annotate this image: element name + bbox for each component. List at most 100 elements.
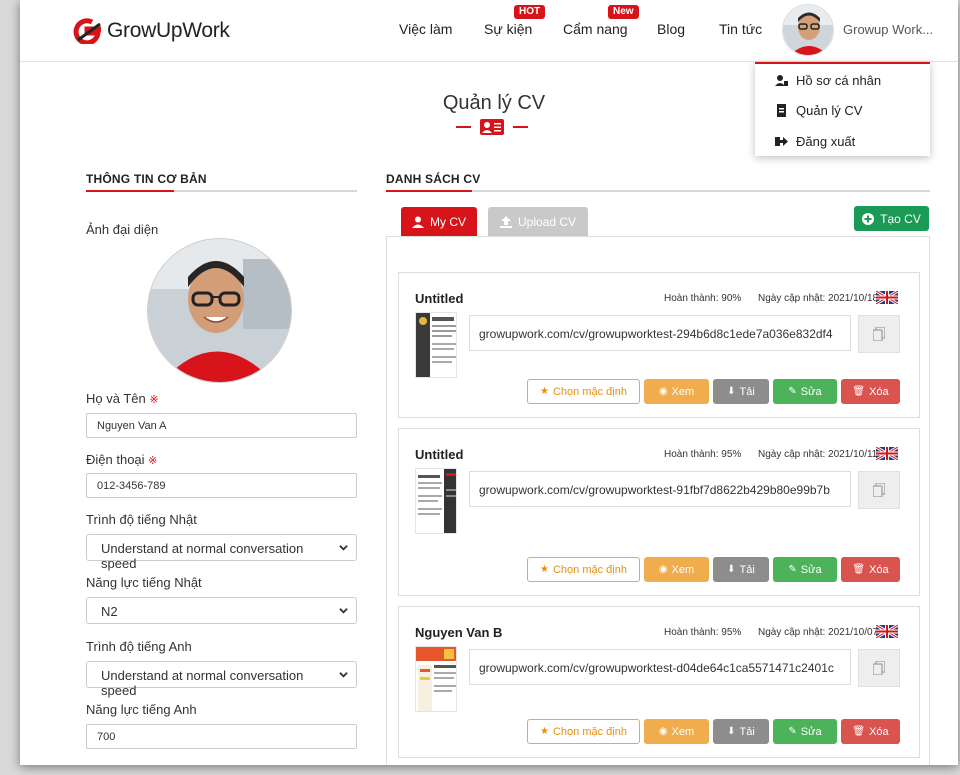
nav-handbook[interactable]: New Cẩm nang bbox=[563, 5, 639, 37]
updated-value: 2021/10/07 bbox=[828, 627, 879, 638]
avatar-label: Ảnh đại diện bbox=[86, 222, 159, 237]
cv-completion: Hoàn thành: 90% bbox=[664, 293, 741, 304]
tab-upload-cv[interactable]: Upload CV bbox=[488, 207, 588, 237]
phone-input[interactable]: 012-3456-789 bbox=[86, 473, 357, 498]
en-level-select[interactable]: Understand at normal conversation speed bbox=[86, 661, 357, 698]
create-cv-button[interactable]: Tạo CV bbox=[854, 206, 929, 231]
delete-button[interactable]: 🗑 Xóa bbox=[841, 379, 900, 404]
set-default-button[interactable]: ★ Chọn mặc định bbox=[527, 379, 640, 404]
name-label-text: Họ và Tên bbox=[86, 391, 146, 406]
menu-profile[interactable]: Hồ sơ cá nhân bbox=[775, 73, 881, 88]
completion-label: Hoàn thành: bbox=[664, 293, 719, 304]
cv-thumbnail[interactable] bbox=[415, 468, 457, 534]
logo-icon bbox=[73, 18, 101, 44]
trash-icon: 🗑 bbox=[852, 726, 866, 737]
chevron-down-icon bbox=[339, 608, 348, 614]
chevron-down-icon bbox=[339, 672, 348, 678]
view-button[interactable]: ◉ Xem bbox=[644, 379, 709, 404]
button-label: Xem bbox=[671, 385, 695, 398]
cv-card: Untitled Hoàn thành: 95% Ngày cập nhật: … bbox=[398, 428, 920, 596]
uk-flag-icon[interactable] bbox=[876, 625, 898, 638]
nav-jobs[interactable]: Việc làm bbox=[399, 21, 452, 37]
button-label: Xóa bbox=[869, 725, 889, 738]
user-avatar[interactable] bbox=[782, 4, 834, 56]
updated-label: Ngày cập nhật: bbox=[758, 293, 826, 304]
cv-url-field[interactable]: growupwork.com/cv/growupworktest-d04de64… bbox=[469, 649, 851, 685]
cv-list-heading: DANH SÁCH CV bbox=[386, 172, 481, 186]
set-default-button[interactable]: ★ Chọn mặc định bbox=[527, 557, 640, 582]
copy-icon bbox=[873, 483, 885, 497]
view-button[interactable]: ◉ Xem bbox=[644, 719, 709, 744]
edit-button[interactable]: ✎ Sửa bbox=[773, 719, 837, 744]
nav-events[interactable]: HOT Sự kiện bbox=[484, 5, 546, 37]
menu-logout[interactable]: Đăng xuất bbox=[775, 134, 855, 149]
brand-name: GrowUpWork bbox=[107, 19, 230, 42]
tab-my-cv[interactable]: My CV bbox=[401, 207, 477, 237]
completion-value: 90% bbox=[721, 293, 742, 304]
delete-button[interactable]: 🗑 Xóa bbox=[841, 719, 900, 744]
cv-thumbnail[interactable] bbox=[415, 646, 457, 712]
page-title: Quản lý CV bbox=[442, 92, 546, 114]
select-value: N2 bbox=[101, 604, 118, 619]
edit-icon: ✎ bbox=[788, 386, 797, 397]
plus-circle-icon bbox=[862, 212, 875, 225]
button-label: Sửa bbox=[800, 385, 822, 398]
top-header: GrowUpWork Việc làm HOT Sự kiện New Cẩm … bbox=[20, 0, 958, 62]
copy-url-button[interactable] bbox=[858, 649, 900, 687]
cv-card: Untitled Hoàn thành: 90% Ngày cập nhật: … bbox=[398, 272, 920, 418]
jp-cert-select[interactable]: N2 bbox=[86, 597, 357, 624]
page-frame: GrowUpWork Việc làm HOT Sự kiện New Cẩm … bbox=[20, 0, 958, 765]
uk-flag-icon[interactable] bbox=[876, 291, 898, 304]
download-button[interactable]: ⬇ Tải bbox=[713, 379, 769, 404]
cv-list-heading-underline bbox=[386, 190, 930, 192]
upload-icon bbox=[499, 216, 512, 228]
star-icon: ★ bbox=[540, 386, 549, 397]
copy-url-button[interactable] bbox=[858, 471, 900, 509]
nav-blog[interactable]: Blog bbox=[657, 21, 685, 37]
edit-icon: ✎ bbox=[788, 564, 797, 575]
copy-url-button[interactable] bbox=[858, 315, 900, 353]
title-decoration bbox=[456, 119, 528, 135]
en-score-input[interactable]: 700 bbox=[86, 724, 357, 749]
select-value: Understand at normal conversation speed bbox=[101, 541, 304, 571]
name-input[interactable]: Nguyen Van A bbox=[86, 413, 357, 438]
download-button[interactable]: ⬇ Tải bbox=[713, 719, 769, 744]
en-level-label: Trình độ tiếng Anh bbox=[86, 639, 192, 654]
edit-icon: ✎ bbox=[788, 726, 797, 737]
en-score-label: Năng lực tiếng Anh bbox=[86, 702, 197, 717]
set-default-button[interactable]: ★ Chọn mặc định bbox=[527, 719, 640, 744]
nav-label: Tin tức bbox=[719, 21, 763, 37]
completion-value: 95% bbox=[721, 627, 742, 638]
jp-level-select[interactable]: Understand at normal conversation speed bbox=[86, 534, 357, 571]
user-card-icon bbox=[775, 75, 788, 86]
profile-avatar[interactable] bbox=[147, 238, 292, 383]
button-label: Tải bbox=[739, 563, 755, 576]
download-button[interactable]: ⬇ Tải bbox=[713, 557, 769, 582]
cv-updated: Ngày cập nhật: 2021/10/07 bbox=[758, 627, 878, 638]
menu-label: Đăng xuất bbox=[796, 134, 856, 149]
delete-button[interactable]: 🗑 Xóa bbox=[841, 557, 900, 582]
view-button[interactable]: ◉ Xem bbox=[644, 557, 709, 582]
brand-logo[interactable]: GrowUpWork bbox=[70, 18, 230, 44]
cv-thumbnail[interactable] bbox=[415, 312, 457, 378]
cv-url-field[interactable]: growupwork.com/cv/growupworktest-294b6d8… bbox=[469, 315, 851, 351]
cv-completion: Hoàn thành: 95% bbox=[664, 627, 741, 638]
nav-label: Blog bbox=[657, 21, 686, 37]
phone-label-text: Điện thoại bbox=[86, 452, 145, 467]
trash-icon: 🗑 bbox=[852, 386, 866, 397]
edit-button[interactable]: ✎ Sửa bbox=[773, 557, 837, 582]
nav-label: Việc làm bbox=[399, 21, 453, 37]
nav-news[interactable]: Tin tức bbox=[719, 21, 762, 37]
profile-heading-underline bbox=[86, 190, 357, 192]
star-icon: ★ bbox=[540, 564, 549, 575]
profile-photo-icon bbox=[148, 239, 291, 382]
download-icon: ⬇ bbox=[727, 386, 736, 397]
eye-icon: ◉ bbox=[658, 564, 668, 575]
jp-level-label: Trình độ tiếng Nhật bbox=[86, 512, 197, 527]
cv-url-field[interactable]: growupwork.com/cv/growupworktest-91fbf7d… bbox=[469, 471, 851, 507]
uk-flag-icon[interactable] bbox=[876, 447, 898, 460]
user-name[interactable]: Growup Work... bbox=[843, 22, 933, 37]
edit-button[interactable]: ✎ Sửa bbox=[773, 379, 837, 404]
nav-label: Cẩm nang bbox=[563, 21, 628, 37]
button-label: Xóa bbox=[869, 563, 889, 576]
